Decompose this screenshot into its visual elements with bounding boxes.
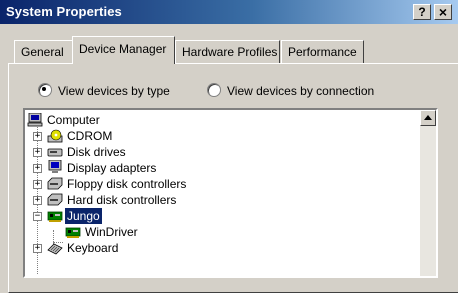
expand-icon[interactable]: + [33, 180, 42, 189]
tab-general[interactable]: General [14, 40, 73, 63]
view-by-connection-radio[interactable]: View devices by connection [207, 83, 374, 98]
expand-icon[interactable]: + [33, 244, 42, 253]
tree-label: Display adapters [67, 161, 157, 175]
radio-selected-icon [38, 83, 52, 97]
tab-hardware-profiles[interactable]: Hardware Profiles [175, 40, 280, 63]
board-icon [65, 227, 81, 238]
expand-icon[interactable]: + [33, 148, 42, 157]
title-bar: System Properties ? × [0, 0, 458, 24]
tab-device-manager[interactable]: Device Manager [72, 36, 175, 64]
view-by-connection-label: View devices by connection [227, 84, 375, 98]
tree-label: WinDriver [85, 225, 138, 239]
tree-label: Hard disk controllers [67, 193, 177, 207]
close-button[interactable]: × [434, 4, 452, 20]
monitor-icon [48, 160, 62, 173]
expand-icon[interactable]: + [33, 164, 42, 173]
collapse-icon[interactable]: − [33, 212, 42, 221]
expand-icon[interactable]: + [33, 132, 42, 141]
vertical-scrollbar[interactable] [420, 110, 436, 276]
tree-label: Keyboard [67, 241, 119, 255]
tree-label: Disk drives [67, 145, 126, 159]
device-tree[interactable]: Computer + CDROM + Disk drives + Display… [23, 108, 438, 278]
help-button[interactable]: ? [413, 4, 431, 20]
tree-label-selected: Jungo [65, 208, 102, 224]
controller-icon [47, 177, 63, 190]
tree-label: Floppy disk controllers [67, 177, 187, 191]
view-by-type-label: View devices by type [58, 84, 170, 98]
keyboard-icon [47, 243, 63, 255]
expand-icon[interactable]: + [33, 196, 42, 205]
cdrom-icon [47, 129, 63, 143]
arrow-up-icon [424, 115, 432, 120]
board-icon [47, 211, 63, 222]
radio-unselected-icon [207, 83, 221, 97]
controller-icon [47, 193, 63, 206]
window-title: System Properties [6, 4, 122, 19]
tree-label: Computer [47, 113, 100, 127]
computer-icon [27, 113, 43, 127]
disk-drive-icon [47, 148, 63, 157]
tree-label: CDROM [67, 129, 113, 143]
tab-performance[interactable]: Performance [281, 40, 364, 63]
view-by-type-radio[interactable]: View devices by type [38, 83, 170, 98]
scroll-up-button[interactable] [420, 110, 436, 126]
